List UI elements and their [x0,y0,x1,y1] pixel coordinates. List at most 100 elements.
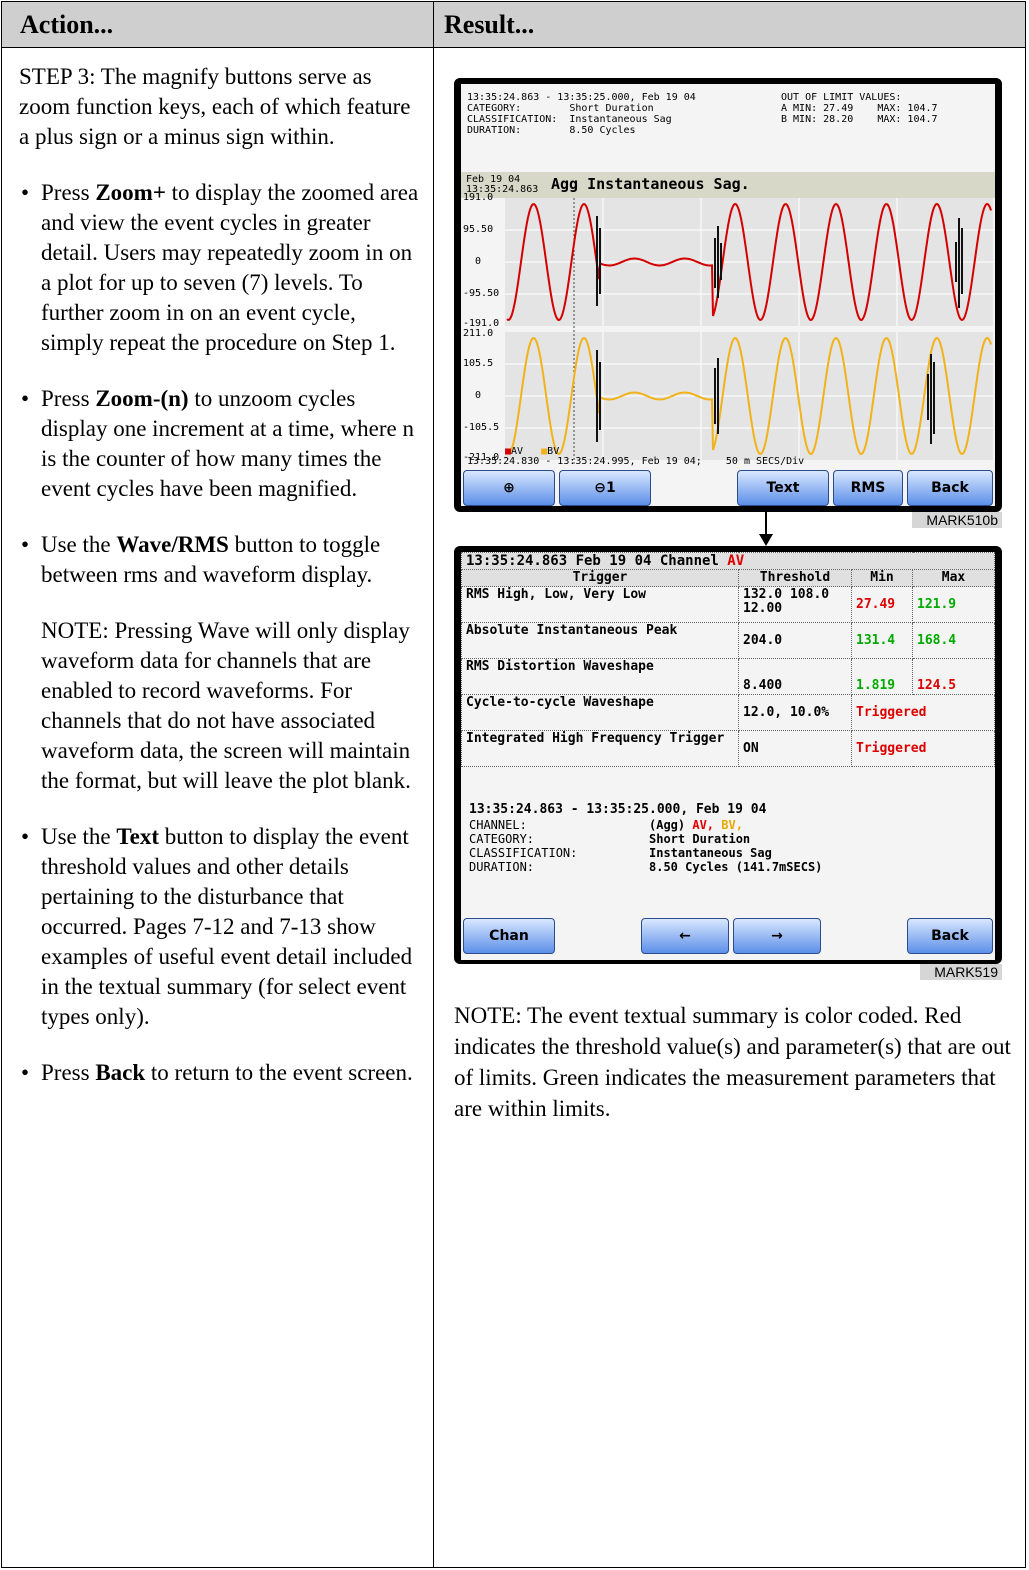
table-row: 13:35:24.863 Feb 19 04 Channel AV [461,552,995,570]
y-tick-a: 191.0 [463,192,494,203]
bullet-keyword: Wave/RMS [116,532,229,557]
bullet-text: to return to the event screen. [145,1060,413,1085]
table-header: Action... Result... [2,2,1025,48]
summary-label: CHANNEL: [469,818,527,832]
limit-values: OUT OF LIMIT VALUES: A MIN: 27.49 MAX: 1… [781,92,938,125]
table-row: RMS High, Low, Very Low 132.0 108.0 12.0… [461,586,995,623]
back-button[interactable]: Back [907,918,993,954]
cell-max: 124.5 [912,658,995,695]
bullet-keyword: Text [116,824,159,849]
zoom-out-button[interactable]: ⊖1 [559,470,651,506]
bullet-keyword: Zoom-(n) [95,386,189,411]
event-info: 13:35:24.863 - 13:35:25.000, Feb 19 04 C… [467,92,696,136]
arrow-down-icon [759,512,773,546]
y-tick-a: -95.50 [463,288,500,299]
cell-trigger: Absolute Instantaneous Peak [461,622,739,659]
bullet-text: Use the [41,824,117,849]
trigger-table: 13:35:24.863 Feb 19 04 Channel AV Trigge… [461,552,995,767]
plot-title-bar: Feb 19 04 13:35:24.863 Agg Instantaneous… [461,172,995,198]
y-tick-b: 105.5 [463,358,494,369]
col-trigger: Trigger [461,569,739,587]
bullet-text: Press [41,180,96,205]
figure-caption: MARK519 [920,964,1002,980]
bullet-back: Press Back to return to the event screen… [19,1058,419,1088]
cell-status: Triggered [851,694,995,731]
cell-trigger: Integrated High Frequency Trigger [461,730,739,767]
table-row: Integrated High Frequency Trigger ON Tri… [461,730,995,767]
rms-button[interactable]: RMS [833,470,903,506]
cell-min: 131.4 [851,622,913,659]
next-button[interactable]: → [733,918,821,954]
cell-threshold: 12.0, 10.0% [738,694,852,731]
waveform-plots: 191.0 95.50 0 -95.50 -191.0 211.0 105.5 … [461,192,995,464]
summary-channel-bv: BV, [721,818,743,832]
event-text-display: 13:35:24.863 Feb 19 04 Channel AV Trigge… [461,552,995,960]
result-header: Result... [444,10,535,39]
cell-trigger: Cycle-to-cycle Waveshape [461,694,739,731]
previous-button[interactable]: ← [641,918,729,954]
cell-min: 27.49 [851,586,913,623]
waveform-button-bar: ⊕ ⊖1 Text RMS Back [461,470,995,506]
col-min: Min [851,569,913,587]
cell-threshold: 132.0 108.0 12.00 [738,586,852,623]
table-header-row: Trigger Threshold Min Max [461,569,995,587]
wave-note: NOTE: Pressing Wave will only display wa… [41,618,411,793]
channel-name: AV [727,553,745,569]
event-text-button-bar: Chan ← → Back [461,918,995,956]
waveform-svg [505,198,993,464]
channel-line: 13:35:24.863 Feb 19 04 Channel AV [461,552,995,570]
event-text-screen: 13:35:24.863 Feb 19 04 Channel AV Trigge… [454,546,1002,964]
y-tick-a: 0 [475,256,482,267]
zoom-in-button[interactable]: ⊕ [463,470,555,506]
cell-max: 121.9 [912,586,995,623]
color-code-note: NOTE: The event textual summary is color… [454,1003,1011,1121]
summary-value: (Agg) [649,818,693,832]
bullet-text: Press [41,386,96,411]
action-header: Action... [20,10,114,39]
bullet-zoom-in: Press Zoom+ to display the zoomed area a… [19,178,419,358]
table-row: Absolute Instantaneous Peak 204.0 131.4 … [461,622,995,659]
summary-value: 8.50 Cycles (141.7mSECS) [649,860,823,874]
cell-threshold: ON [738,730,852,767]
plot-title: Agg Instantaneous Sag. [551,175,750,193]
cell-threshold: 8.400 [738,658,852,695]
bullet-text-button: Use the Text button to display the event… [19,822,419,1032]
summary-channel-av: AV, [692,818,715,832]
summary-label: CLASSIFICATION: [469,846,578,860]
bullet-text: Use the [41,532,117,557]
table-row: Cycle-to-cycle Waveshape 12.0, 10.0% Tri… [461,694,995,731]
event-summary-time: 13:35:24.863 - 13:35:25.000, Feb 19 04 [469,802,767,817]
bullet-text: Press [41,1060,96,1085]
channel-line-text: 13:35:24.863 Feb 19 04 Channel [466,553,728,569]
summary-value: Short Duration [649,832,751,846]
col-threshold: Threshold [738,569,852,587]
text-button[interactable]: Text [737,470,829,506]
y-tick-b: 0 [475,390,482,401]
cell-trigger: RMS High, Low, Very Low [461,586,739,623]
bullet-keyword: Back [95,1060,146,1085]
chan-button[interactable]: Chan [463,918,555,954]
action-column: STEP 3: The magnify buttons serve as zoo… [19,62,419,1114]
column-divider [433,2,434,1567]
y-tick-a: 95.50 [463,224,494,235]
bullet-zoom-out: Press Zoom-(n) to unzoom cycles display … [19,384,419,504]
summary-label: CATEGORY: [469,832,535,846]
time-range: 13:35:24.830 - 13:35:24.995, Feb 19 04; … [467,456,805,467]
table-row: RMS Distortion Waveshape 8.400 1.819 124… [461,658,995,695]
summary-label: DURATION: [469,860,535,874]
step-text: STEP 3: The magnify buttons serve as zoo… [19,64,411,149]
bullet-keyword: Zoom+ [95,180,166,205]
back-button[interactable]: Back [907,470,993,506]
cell-threshold: 204.0 [738,622,852,659]
bullet-text: to display the zoomed area and view the … [41,180,419,355]
y-tick-b: 211.0 [463,328,494,339]
waveform-display: 13:35:24.863 - 13:35:25.000, Feb 19 04 C… [461,84,995,506]
figure-caption: MARK510b [912,512,1002,528]
summary-value: Instantaneous Sag [649,846,772,860]
bullet-wave-rms: Use the Wave/RMS button to toggle betwee… [19,530,419,590]
y-tick-b: -105.5 [463,422,500,433]
cell-min: 1.819 [851,658,913,695]
cell-trigger: RMS Distortion Waveshape [461,658,739,695]
cell-max: 168.4 [912,622,995,659]
col-max: Max [912,569,995,587]
